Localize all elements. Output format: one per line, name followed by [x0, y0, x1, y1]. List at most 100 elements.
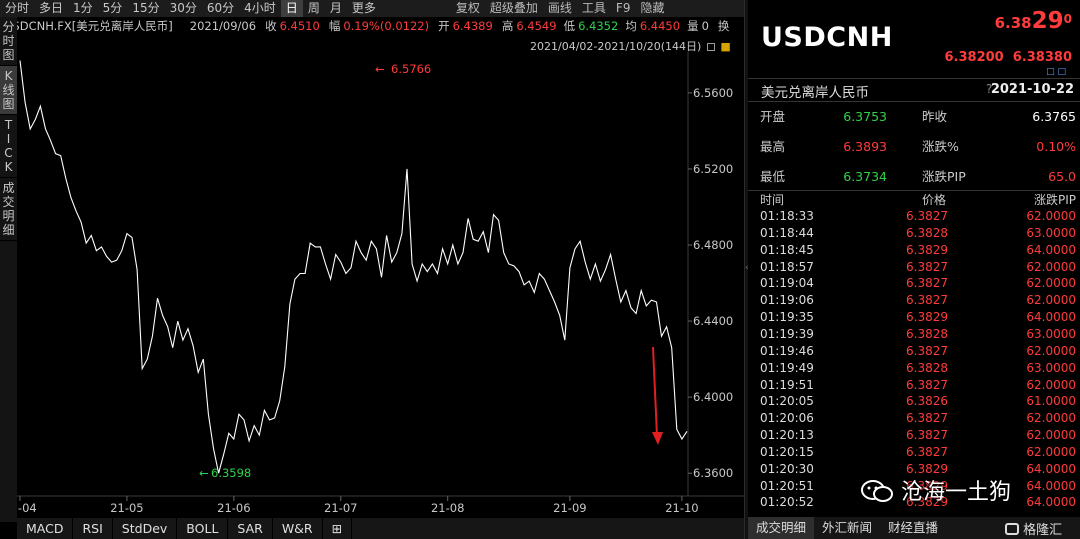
timeframe-11[interactable]: 更多 [347, 0, 381, 17]
tick-time: 01:20:30 [760, 461, 814, 476]
info-avg-value: 6.4450 [639, 18, 681, 33]
quote-row: 最低 6.3734 涨跌PIP 65.0 [760, 162, 1076, 192]
y-tick-label: 6.4400 [693, 314, 733, 328]
quote-code: USDCNH [761, 22, 893, 53]
stat-value: 6.3893 [843, 139, 887, 154]
quote-date: 2021-10-22 [990, 82, 1074, 97]
tick-price: 6.3827 [906, 377, 948, 392]
x-tick-label: 21-07 [324, 501, 357, 515]
timeframe-1[interactable]: 多日 [34, 0, 68, 17]
tool-3[interactable]: 工具 [577, 0, 611, 17]
side-tab-1[interactable]: K 线 图 [0, 66, 17, 115]
tick-price: 6.3827 [906, 444, 948, 459]
tick-pip: 61.0000 [1026, 394, 1076, 409]
price-chart[interactable]: 6.5600 6.5200 6.4800 6.4400 6.4000 6.3600 21-0… [17, 52, 744, 522]
info-high-value: 6.4549 [516, 18, 557, 33]
tick-time: 01:20:52 [760, 495, 814, 510]
stat-label: 最高 [760, 139, 786, 154]
timeframe-0[interactable]: 分时 [0, 0, 34, 17]
right-tab-0[interactable]: 成交明细 [748, 517, 815, 539]
tick-time: 01:18:57 [760, 259, 814, 274]
stat-label: 涨跌% [922, 139, 959, 154]
stat-label: 最低 [760, 169, 786, 184]
tick-price: 6.3827 [906, 259, 948, 274]
tick-time: 01:19:06 [760, 293, 814, 308]
timeframe-8[interactable]: 日 [280, 0, 303, 17]
tool-0[interactable]: 复权 [451, 0, 485, 17]
info-open-label: 开 [438, 18, 450, 33]
info-change-value: 0.19%(0.0122) [343, 18, 430, 33]
tick-time: 01:20:06 [760, 411, 814, 426]
timeframe-7[interactable]: 4小时 [239, 0, 281, 17]
right-tab-1[interactable]: 外汇新闻 [814, 517, 880, 539]
tick-price: 6.3827 [906, 276, 948, 291]
tool-1[interactable]: 超级叠加 [485, 0, 543, 17]
tick-time: 01:18:44 [760, 225, 814, 240]
toolbar: 分时 多日 1分 5分 15分 30分 60分 4小时日周月更多 复权 超级叠加 画线 工具 F9 隐藏 [0, 0, 744, 17]
watermark-text: 沧海一土狗 [901, 480, 1012, 505]
tick-price: 6.3826 [906, 394, 948, 409]
timeframe-6[interactable]: 60分 [202, 0, 239, 17]
right-tab-2[interactable]: 财经直播 [880, 517, 946, 539]
tick-time: 01:19:51 [760, 377, 814, 392]
dropdown-icon[interactable] [706, 43, 715, 51]
quote-name: 美元兑离岸人民币 [761, 85, 869, 101]
tick-price: 6.3828 [906, 326, 948, 341]
x-tick-label: 21-09 [553, 501, 586, 515]
tick-price: 6.3827 [906, 411, 948, 426]
indicator-tabs: MACD RSI StdDev BOLL SAR W&R ⊞ [17, 518, 744, 539]
max-price-label: 6.5766 [391, 62, 431, 76]
tool-4[interactable]: F9 [611, 0, 636, 17]
indicator-tab-6[interactable]: ⊞ [323, 518, 353, 539]
indicator-tab-3[interactable]: BOLL [177, 518, 229, 539]
tick-pip: 64.0000 [1026, 310, 1076, 325]
indicator-tab-1[interactable]: RSI [73, 518, 113, 539]
info-close-label: 收 [265, 18, 277, 33]
tick-pip: 64.0000 [1026, 242, 1076, 257]
side-tab-0[interactable]: 分 时 图 [0, 17, 17, 66]
min-arrow-icon: ← [199, 466, 209, 480]
tick-pip: 62.0000 [1026, 276, 1076, 291]
side-tab-2[interactable]: T I C K [0, 115, 17, 178]
timeframe-3[interactable]: 5分 [98, 0, 128, 17]
tick-price: 6.3828 [906, 225, 948, 240]
panel-small-icons[interactable]: □ □ [1046, 67, 1066, 77]
y-tick-label: 6.5600 [693, 86, 733, 100]
timeframe-9[interactable]: 周 [303, 0, 325, 17]
stat-value: 6.3734 [843, 169, 887, 184]
timeframe-4[interactable]: 15分 [127, 0, 164, 17]
tick-pip: 62.0000 [1026, 377, 1076, 392]
tool-2[interactable]: 画线 [543, 0, 577, 17]
x-tick-label: 21-06 [217, 501, 250, 515]
logo-icon [1005, 523, 1019, 535]
indicator-tab-4[interactable]: SAR [228, 518, 273, 539]
indicator-tab-2[interactable]: StdDev [113, 518, 178, 539]
tick-time: 01:20:13 [760, 428, 814, 443]
tick-pip: 64.0000 [1026, 478, 1076, 493]
tick-pip: 62.0000 [1026, 209, 1076, 223]
tick-time: 01:18:45 [760, 242, 814, 257]
logo: 格隆汇 [1005, 519, 1062, 538]
watermark: 沧海一土狗 [860, 474, 1011, 506]
side-tab-3[interactable]: 成 交 明 细 [0, 178, 17, 241]
separator [748, 78, 1080, 79]
y-tick-label: 6.4000 [693, 390, 733, 404]
stat-label: 开盘 [760, 109, 786, 124]
tick-col-header: 涨跌PIP [1033, 193, 1076, 207]
logo-text: 格隆汇 [1023, 523, 1063, 538]
indicator-tab-5[interactable]: W&R [273, 518, 323, 539]
tool-5[interactable]: 隐藏 [635, 0, 669, 17]
info-open-value: 6.4389 [452, 18, 493, 33]
tick-pip: 62.0000 [1026, 444, 1076, 459]
x-tick-label: 21-08 [431, 501, 464, 515]
wechat-icon [860, 479, 894, 503]
y-tick-label: 6.4800 [693, 238, 733, 252]
tick-time: 01:20:05 [760, 394, 814, 409]
info-switch-label[interactable]: 换 [718, 18, 730, 34]
indicator-tab-0[interactable]: MACD [17, 518, 74, 539]
timeframe-5[interactable]: 30分 [165, 0, 202, 17]
timeframe-2[interactable]: 1分 [68, 0, 98, 17]
date-range: 2021/04/02-2021/10/20(144日) ■ [530, 38, 744, 53]
timeframe-10[interactable]: 月 [325, 0, 347, 17]
stat-value: 65.0 [1048, 169, 1076, 184]
